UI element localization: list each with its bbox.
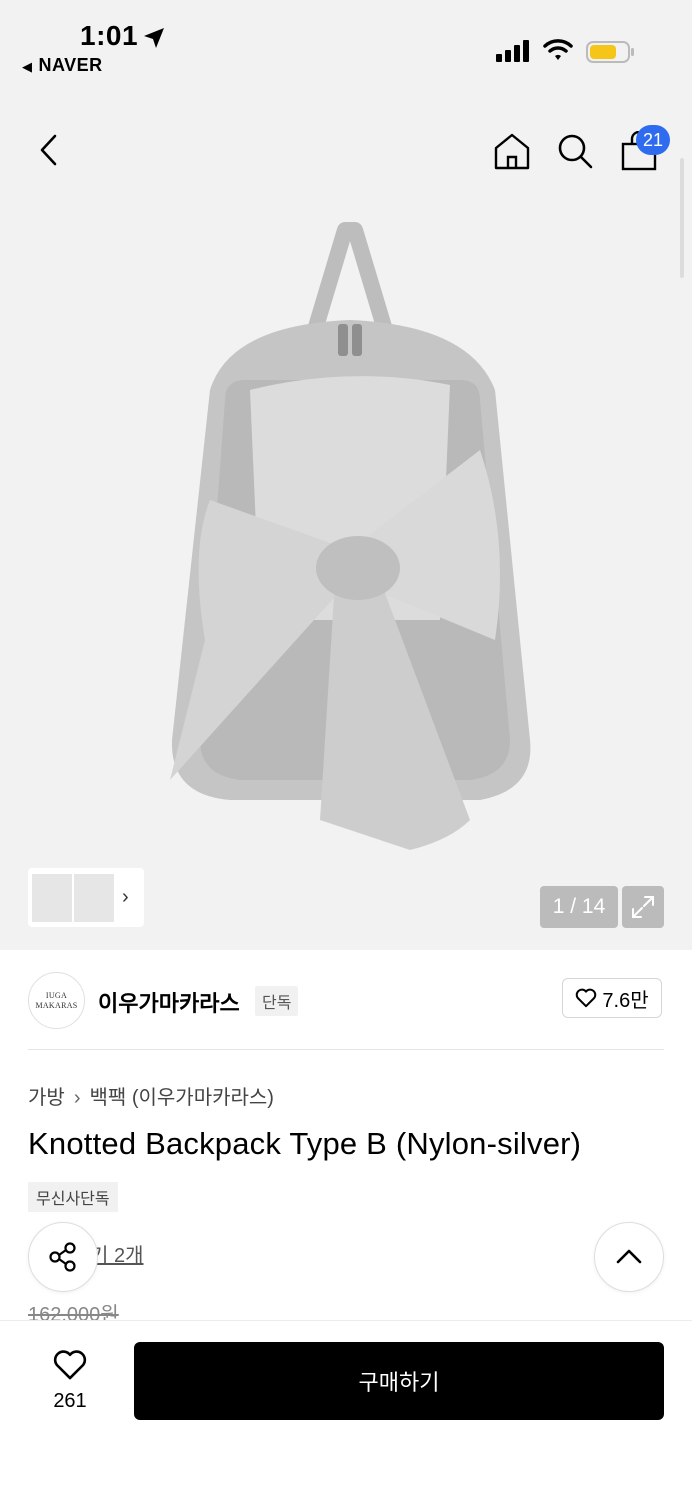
scroll-indicator <box>680 158 684 278</box>
back-to-app-link[interactable]: ◀ NAVER <box>22 55 103 76</box>
top-nav <box>0 110 692 190</box>
expand-icon <box>632 896 654 918</box>
home-button[interactable] <box>487 126 537 176</box>
share-icon <box>49 1242 76 1272</box>
brand-row: IUGA MAKARAS 이우가마카라스 단독 7.6만 <box>28 970 664 1030</box>
breadcrumb-item[interactable]: 백팩 (이우가마카라스) <box>89 1087 273 1109</box>
back-button[interactable] <box>25 125 75 175</box>
product-gallery-area: 1:01 ◀ NAVER 21 › 1 / 14 <box>0 0 692 950</box>
heart-outline-icon <box>576 988 597 1008</box>
cellular-signal-icon <box>496 40 529 62</box>
brand-logo[interactable]: IUGA MAKARAS <box>28 972 85 1029</box>
image-counter: 1 / 14 <box>540 886 618 928</box>
battery-icon <box>586 41 634 63</box>
search-icon <box>558 134 593 169</box>
home-icon <box>494 133 530 170</box>
exclusive-badge: 무신사단독 <box>28 1182 118 1212</box>
wishlist-count: 261 <box>53 1390 87 1412</box>
thumbnail-image[interactable] <box>32 873 72 922</box>
divider <box>28 1049 664 1050</box>
brand-like-button[interactable]: 7.6만 <box>562 978 662 1018</box>
breadcrumb-item[interactable]: 가방 <box>28 1087 65 1109</box>
thumbnail-image[interactable] <box>74 873 114 922</box>
status-time: 1:01 <box>80 20 139 51</box>
product-title: Knotted Backpack Type B (Nylon-silver) <box>28 1126 582 1161</box>
brand-name[interactable]: 이우가마카라스 <box>98 986 240 1018</box>
buy-button[interactable]: 구매하기 <box>134 1342 664 1420</box>
fullscreen-button[interactable] <box>622 886 664 928</box>
heart-outline-icon <box>53 1350 87 1380</box>
wifi-icon <box>543 39 573 60</box>
chevron-left-icon <box>40 134 57 166</box>
share-button[interactable] <box>28 1222 98 1292</box>
wishlist-button[interactable]: 261 <box>40 1349 100 1413</box>
back-app-label: NAVER <box>38 55 103 75</box>
thumbnail-strip[interactable]: › <box>28 868 144 927</box>
breadcrumb-separator: › <box>73 1087 81 1109</box>
chevron-up-icon <box>616 1249 642 1264</box>
breadcrumb: 가방 › 백팩 (이우가마카라스) <box>28 1081 274 1110</box>
chevron-right-icon[interactable]: › <box>122 886 129 909</box>
status-bar: 1:01 ◀ NAVER <box>0 0 692 90</box>
brand-like-count: 7.6만 <box>602 989 649 1012</box>
review-count-link[interactable]: 기 2개 <box>90 1239 143 1268</box>
product-image-backpack[interactable] <box>150 220 550 860</box>
location-arrow-icon <box>144 28 164 48</box>
back-triangle-icon: ◀ <box>22 59 33 74</box>
scroll-top-button[interactable] <box>594 1222 664 1292</box>
search-button[interactable] <box>550 126 600 176</box>
brand-exclusive-tag: 단독 <box>255 986 299 1016</box>
bottom-action-bar: 261 구매하기 <box>0 1320 692 1501</box>
cart-count-badge: 21 <box>636 125 670 155</box>
